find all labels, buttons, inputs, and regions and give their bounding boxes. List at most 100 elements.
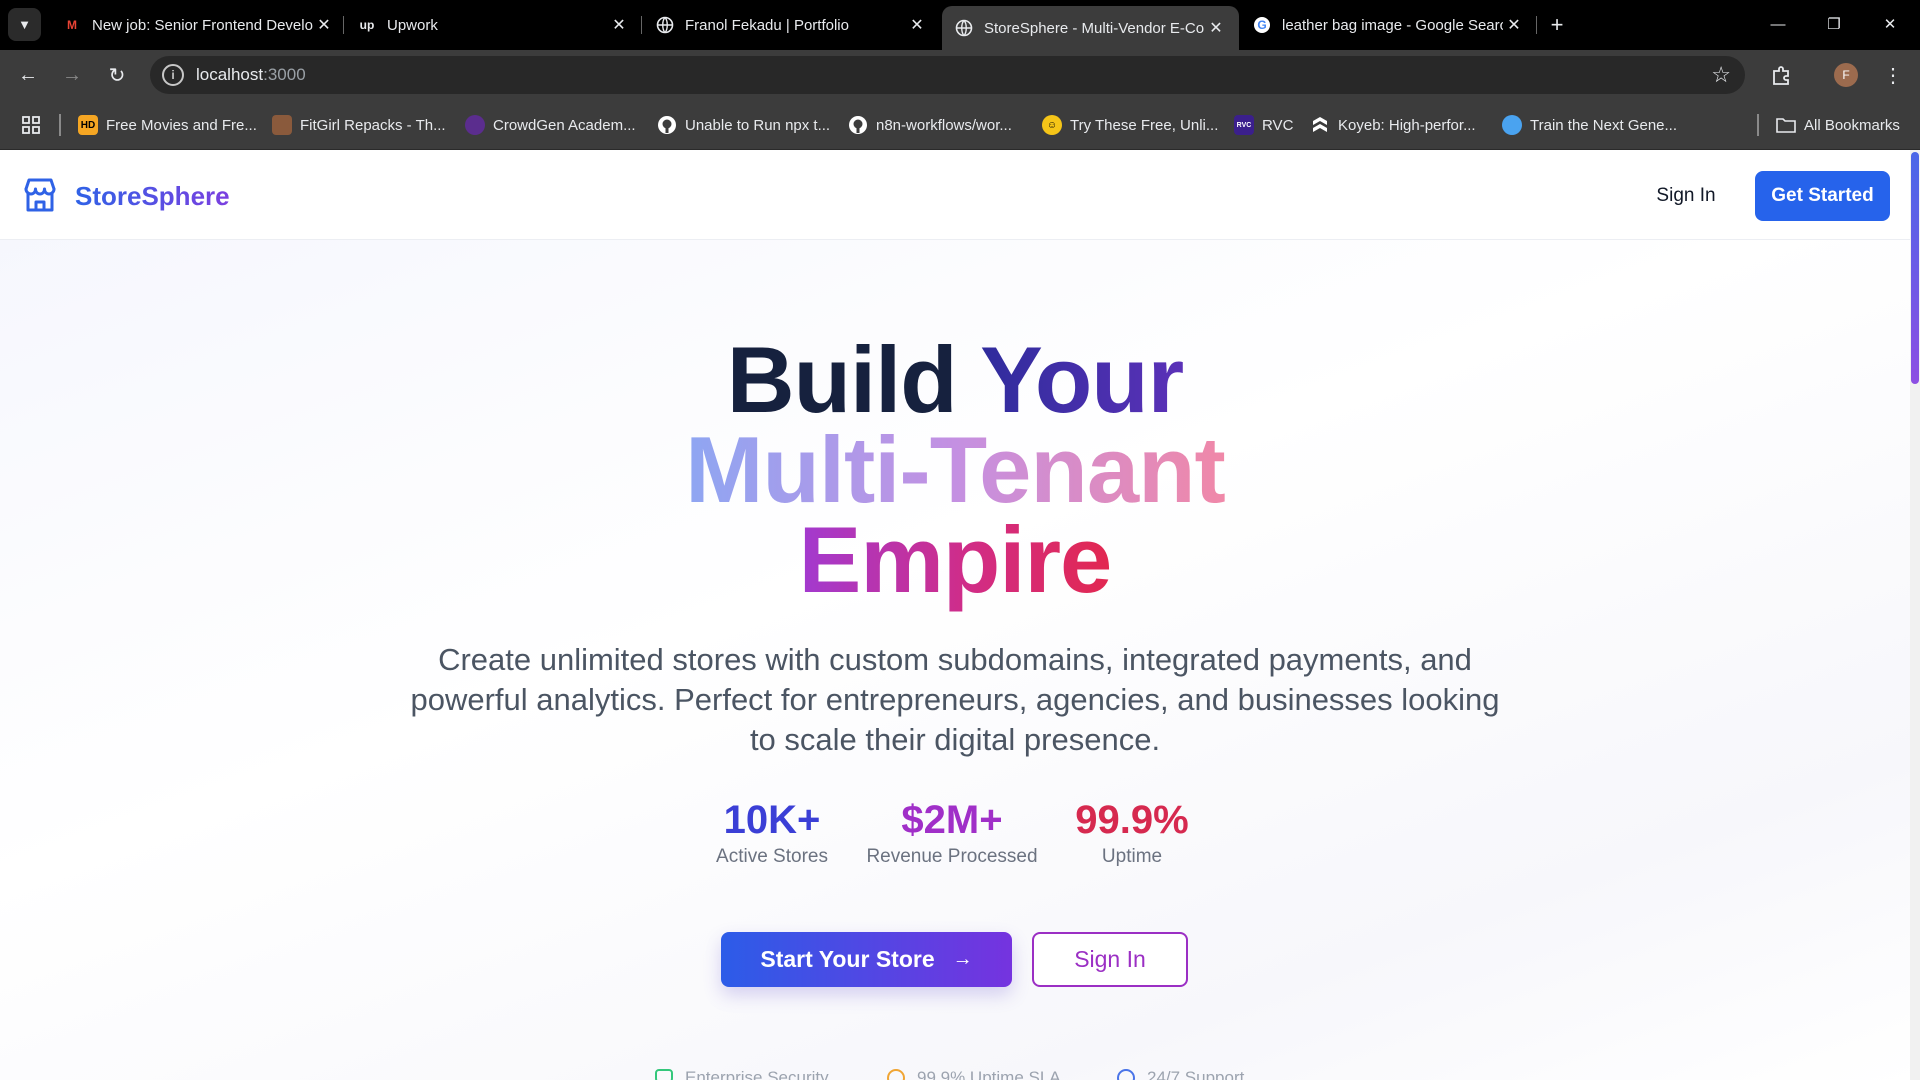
emoji-icon: ☺ <box>1042 115 1062 135</box>
award-icon <box>887 1069 905 1080</box>
apps-grid-icon[interactable] <box>20 114 42 136</box>
bookmark-label: Unable to Run npx t... <box>685 116 831 134</box>
tab-search-button[interactable]: ▼ <box>8 8 41 41</box>
page-viewport: StoreSphere Sign In Get Started Build Yo… <box>0 150 1920 1080</box>
forward-button[interactable]: → <box>56 59 88 91</box>
fitgirl-icon <box>272 115 292 135</box>
address-bar[interactable]: i localhost:3000 ☆ <box>150 56 1745 94</box>
shield-icon <box>655 1069 673 1080</box>
more-menu-icon[interactable]: ⋮ <box>1880 60 1906 90</box>
bookmark-label: Try These Free, Unli... <box>1070 116 1219 134</box>
arrow-left-icon: ← <box>18 63 38 86</box>
start-your-store-button[interactable]: Start Your Store → <box>721 932 1012 987</box>
arrow-right-icon: → <box>62 63 82 86</box>
trust-label: Enterprise Security <box>685 1068 829 1080</box>
bookmark-item[interactable]: CrowdGen Academ... <box>465 113 636 137</box>
bookmark-label: FitGirl Repacks - Th... <box>300 116 446 134</box>
bookmark-item[interactable]: Unable to Run npx t... <box>657 113 830 137</box>
tab-strip: ▼ M New job: Senior Frontend Developer ✕… <box>0 0 1920 50</box>
close-icon[interactable]: ✕ <box>608 15 630 35</box>
brand-name[interactable]: StoreSphere <box>75 181 230 212</box>
stat-active-stores: 10K+ Active Stores <box>697 798 847 868</box>
new-tab-button[interactable]: + <box>1542 10 1572 40</box>
get-started-button[interactable]: Get Started <box>1755 171 1890 221</box>
hero-title-line-2: Multi-Tenant <box>0 420 1910 520</box>
close-icon: ✕ <box>1883 16 1897 33</box>
bookmarks-bar: HD Free Movies and Fre... FitGirl Repack… <box>0 100 1920 150</box>
page-scrollbar[interactable] <box>1910 150 1920 1080</box>
trust-label: 99.9% Uptime SLA <box>917 1068 1061 1080</box>
restore-icon: ❐ <box>1827 16 1841 33</box>
restore-button[interactable]: ❐ <box>1806 0 1862 48</box>
reload-button[interactable]: ↻ <box>101 59 133 91</box>
minimize-button[interactable]: — <box>1750 0 1806 48</box>
browser-toolbar: ← → ↻ i localhost:3000 ☆ F ⋮ <box>0 50 1920 100</box>
hero-description: Create unlimited stores with custom subd… <box>410 642 1500 757</box>
extensions-icon[interactable] <box>1768 62 1794 88</box>
github-icon <box>848 115 868 135</box>
minimize-icon: — <box>1770 15 1786 33</box>
stat-revenue: $2M+ Revenue Processed <box>857 798 1047 868</box>
bookmark-item[interactable]: ☺ Try These Free, Unli... <box>1042 113 1218 137</box>
trust-uptime-sla: 99.9% Uptime SLA <box>887 1068 1061 1080</box>
close-icon[interactable]: ✕ <box>1503 15 1525 35</box>
tab-title: StoreSphere - Multi-Vendor E-Commerce <box>984 19 1205 37</box>
bookmark-label: Koyeb: High-perfor... <box>1338 116 1476 134</box>
bookmark-item[interactable]: RVC RVC <box>1234 113 1293 137</box>
hd-icon: HD <box>78 115 98 135</box>
bookmark-label: Train the Next Gene... <box>1530 116 1678 134</box>
folder-icon <box>1776 115 1796 135</box>
plus-icon: + <box>1550 12 1564 37</box>
train-icon <box>1502 115 1522 135</box>
trust-label: 24/7 Support <box>1147 1068 1245 1080</box>
site-header: StoreSphere Sign In Get Started <box>0 150 1910 240</box>
bookmark-item[interactable]: Koyeb: High-perfor... <box>1310 113 1476 137</box>
bookmark-item[interactable]: FitGirl Repacks - Th... <box>272 113 446 137</box>
arrow-right-icon: → <box>952 948 973 970</box>
bookmark-item[interactable]: Train the Next Gene... <box>1502 113 1677 137</box>
tab-portfolio[interactable]: Franol Fekadu | Portfolio ✕ <box>643 6 940 44</box>
bookmark-item[interactable]: HD Free Movies and Fre... <box>78 113 257 137</box>
clock-icon <box>1117 1069 1135 1080</box>
header-sign-in-button[interactable]: Sign In <box>1640 176 1732 216</box>
close-window-button[interactable]: ✕ <box>1862 0 1918 48</box>
tab-upwork[interactable]: up Upwork ✕ <box>345 6 642 44</box>
tab-storesphere[interactable]: StoreSphere - Multi-Vendor E-Commerce ✕ <box>942 6 1239 50</box>
stat-value: 10K+ <box>723 798 821 842</box>
stat-label: Uptime <box>1101 846 1163 867</box>
close-icon[interactable]: ✕ <box>313 15 335 35</box>
tab-google-search[interactable]: G leather bag image - Google Search ✕ <box>1240 6 1537 44</box>
scrollbar-thumb[interactable] <box>1911 152 1919 384</box>
profile-avatar[interactable]: F <box>1834 63 1858 87</box>
address-url[interactable]: localhost:3000 <box>196 65 306 85</box>
trust-support: 24/7 Support <box>1117 1068 1244 1080</box>
trust-enterprise-security: Enterprise Security <box>655 1068 829 1080</box>
site-info-icon[interactable]: i <box>162 64 184 86</box>
tab-gmail[interactable]: M New job: Senior Frontend Developer ✕ <box>50 6 347 44</box>
store-icon[interactable] <box>20 175 60 215</box>
stat-uptime: 99.9% Uptime <box>1057 798 1207 868</box>
koyeb-icon <box>1310 115 1330 135</box>
hero-title-line-1: Build Your <box>0 330 1910 430</box>
all-bookmarks-button[interactable]: All Bookmarks <box>1776 113 1900 137</box>
back-button[interactable]: ← <box>12 59 44 91</box>
bookmark-label: n8n-workflows/wor... <box>876 116 1012 134</box>
globe-icon <box>655 15 675 35</box>
hero-title-line-3: Empire <box>0 510 1910 610</box>
svg-text:G: G <box>1257 18 1266 32</box>
close-icon[interactable]: ✕ <box>906 15 928 35</box>
stat-value: 99.9% <box>1075 798 1189 842</box>
bookmark-label: Free Movies and Fre... <box>106 116 257 134</box>
crowdgen-icon <box>465 115 485 135</box>
tab-title: Franol Fekadu | Portfolio <box>685 16 849 34</box>
bookmark-label: CrowdGen Academ... <box>493 116 636 134</box>
stat-value: $2M+ <box>901 798 1003 842</box>
bookmark-star-icon[interactable]: ☆ <box>1711 62 1731 88</box>
close-icon[interactable]: ✕ <box>1205 18 1227 38</box>
github-icon <box>657 115 677 135</box>
rvc-icon: RVC <box>1234 115 1254 135</box>
hero-sign-in-button[interactable]: Sign In <box>1032 932 1188 987</box>
tab-title: New job: Senior Frontend Developer <box>92 16 313 34</box>
bookmark-item[interactable]: n8n-workflows/wor... <box>848 113 1012 137</box>
globe-icon <box>954 18 974 38</box>
